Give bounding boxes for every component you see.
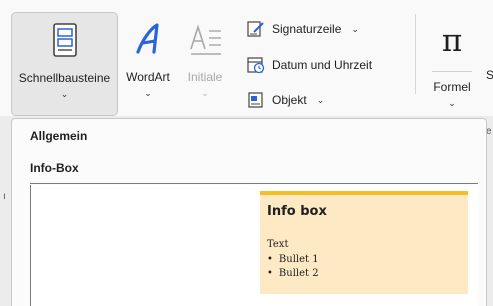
object-icon [248,92,263,108]
signature-line-icon [247,21,264,37]
equation-icon: π [441,23,463,59]
truncated-ribbon-label: S [486,68,493,82]
date-time-button[interactable]: Datum und Uhrzeit [246,56,372,74]
object-label: Objekt [272,93,307,107]
ruler-marker: ı [3,191,6,202]
quick-parts-icon [52,23,77,57]
info-box-title: Info box [267,204,327,219]
category-heading: Allgemein [30,129,88,143]
chevron-down-icon: ⌄ [201,88,209,98]
insert-ribbon: Schnellbausteine ⌄ WordArt ⌄ Initiale ⌄ … [0,0,493,116]
chevron-down-icon: ⌄ [448,98,456,108]
equation-label: Formel [433,80,471,94]
chevron-down-icon: ⌄ [351,23,359,34]
wordart-icon [136,23,159,54]
equation-button[interactable]: π Formel ⌄ [424,12,480,116]
wordart-button[interactable]: WordArt ⌄ [122,12,174,116]
date-time-label: Datum und Uhrzeit [272,58,373,72]
divider [30,183,478,184]
drop-cap-button[interactable]: Initiale ⌄ [181,12,229,116]
info-box-preview: Info box Text Bullet 1 Bullet 2 [260,191,468,294]
quick-parts-button[interactable]: Schnellbausteine ⌄ [11,12,118,116]
object-button[interactable]: Objekt ⌄ [246,91,324,109]
chevron-down-icon: ⌄ [144,88,152,98]
info-box-bullets: Bullet 1 Bullet 2 [267,253,319,281]
wordart-label: WordArt [126,70,170,84]
list-item: Bullet 1 [267,253,319,267]
quick-parts-dropdown: Allgemein Info-Box Info box Text Bullet … [11,118,487,306]
list-item: Bullet 2 [267,267,319,281]
info-box-body: Text [267,239,289,250]
chevron-down-icon: ⌄ [316,94,325,105]
drop-cap-icon [190,24,221,55]
signature-line-button[interactable]: Signaturzeile ⌄ [246,20,359,38]
signature-line-label: Signaturzeile [272,22,342,36]
quick-parts-label: Schnellbausteine [18,71,111,85]
date-time-icon [247,57,265,74]
drop-cap-label: Initiale [187,70,223,84]
info-box-gallery-item[interactable]: Info box Text Bullet 1 Bullet 2 [30,185,478,306]
group-divider [415,14,416,94]
gallery-item-title: Info-Box [30,161,79,175]
chevron-down-icon: ⌄ [60,89,69,99]
divider [432,71,472,72]
